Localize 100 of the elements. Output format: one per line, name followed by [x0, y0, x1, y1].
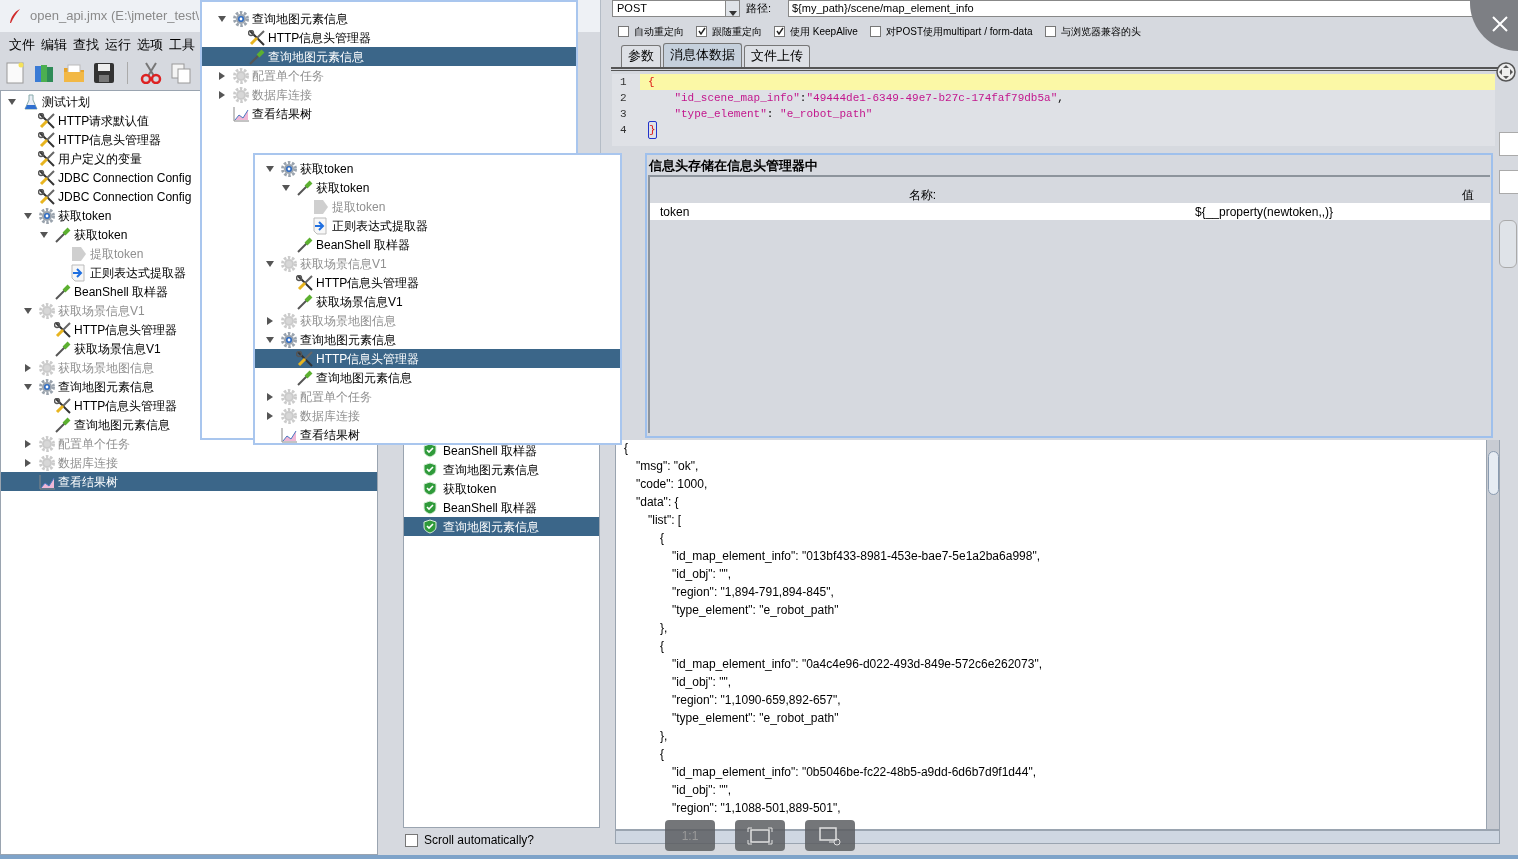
checkbox[interactable] [774, 25, 785, 37]
response-line: "id_map_element_info": "013bf433-8981-453e-bae7-5e1a2ba6a998", [671, 548, 1041, 565]
response-line: { [659, 746, 665, 763]
response-line: "id_obj": "", [671, 566, 733, 583]
result-item[interactable]: 查询地图元素信息 [404, 460, 599, 479]
column-header: 名称: [907, 186, 938, 204]
response-line: "id_obj": "", [671, 782, 733, 799]
checkbox[interactable] [696, 25, 707, 37]
checkbox[interactable] [618, 25, 629, 37]
response-line: "data": { [635, 494, 680, 511]
tree-item[interactable]: HTTP信息头管理器 [202, 28, 576, 47]
line-number: 1 [619, 74, 628, 90]
code-line: } [640, 122, 1495, 138]
shield-check-icon [423, 519, 437, 534]
toggle-icon[interactable] [265, 334, 275, 345]
tree-item[interactable]: BeanShell 取样器 [255, 235, 620, 254]
tree-item[interactable]: 查询地图元素信息 [255, 330, 620, 349]
tab[interactable]: 文件上传 [744, 45, 810, 67]
toggle-icon[interactable] [217, 13, 227, 24]
tab[interactable]: 参数 [621, 45, 661, 67]
line-number: 4 [619, 122, 628, 138]
response-line: }, [659, 728, 669, 745]
toggle-icon[interactable] [7, 96, 17, 107]
path-field[interactable]: ${my_path}/scene/map_element_info [788, 0, 1474, 17]
menu-item[interactable]: 文件 [9, 35, 35, 55]
path-label: 路径: [746, 1, 773, 17]
tab[interactable]: 消息体数据 [663, 43, 742, 67]
option-label: 与浏览器兼容的头 [1060, 24, 1141, 39]
tree-item[interactable]: 获取token [255, 178, 620, 197]
shield-check-icon [423, 462, 437, 477]
option-label: 使用 KeepAlive [790, 24, 858, 39]
response-line: "list": [ [647, 512, 683, 529]
menu-item[interactable]: 运行 [105, 35, 131, 55]
code-editor[interactable]: 1 { 2 "id_scene_map_info":"49444de1-6349-49e7-b27c-174faf79db5a", 3 "type_element": "e_robot_path" 4 } [612, 74, 1495, 146]
response-line: "id_map_element_info": "0a4c4e96-d022-493d-849e-572c6e262073", [671, 656, 1043, 673]
tree-item[interactable]: HTTP信息头管理器 [1, 130, 377, 149]
tree-item[interactable]: 查询地图元素信息 [255, 368, 620, 387]
tree-item[interactable]: 正则表达式提取器 [255, 216, 620, 235]
code-line: "id_scene_map_info":"49444de1-6349-49e7-b27c-174faf79db5a", [673, 90, 1065, 106]
response-line: "region": "1,1090-659,892-657", [671, 692, 842, 709]
check-icon [775, 27, 784, 35]
method-dropdown[interactable]: POST [612, 0, 740, 17]
fit-screen-icon [747, 826, 773, 845]
crop-icon [817, 825, 843, 846]
panel-title: 信息头存储在信息头管理器中 [647, 158, 819, 175]
shield-check-icon [423, 481, 437, 496]
checkbox[interactable] [869, 25, 881, 37]
toggle-icon[interactable] [39, 229, 49, 240]
viewer-button[interactable] [735, 820, 785, 851]
response-line: { [624, 440, 629, 457]
vertical-scrollbar[interactable] [1486, 439, 1499, 829]
save-icon[interactable] [93, 62, 115, 84]
tree-item[interactable]: 查看结果树 [255, 425, 620, 443]
toggle-icon[interactable] [23, 381, 33, 392]
window-title: open_api.jmx (E:\jmeter_test\ [30, 7, 200, 26]
toggle-icon[interactable] [265, 163, 275, 174]
close-icon [1492, 16, 1508, 32]
viewer-button[interactable] [805, 820, 855, 851]
option-label: 跟随重定向 [712, 24, 762, 39]
line-number: 3 [619, 106, 628, 122]
tree-item[interactable]: 查看结果树 [202, 104, 576, 123]
line-number: 2 [619, 90, 628, 106]
tree-item[interactable]: 获取token [255, 159, 620, 178]
result-item[interactable]: 查询地图元素信息 [404, 517, 599, 536]
response-line: "type_element": "e_robot_path" [671, 710, 840, 727]
toggle-icon[interactable] [23, 210, 33, 221]
checkbox[interactable] [405, 833, 418, 847]
response-line: "msg": "ok", [635, 458, 700, 475]
tree-item[interactable]: 查询地图元素信息 [202, 9, 576, 28]
response-line: { [659, 638, 665, 655]
tree-item[interactable]: HTTP信息头管理器 [255, 349, 620, 368]
input-field[interactable] [1499, 132, 1518, 156]
toggle-icon[interactable] [281, 182, 291, 193]
option-label: 自动重定向 [634, 24, 684, 39]
response-line: "id_map_element_info": "0b5046be-fc22-48b5-a9dd-6d6b7d9f1d44", [671, 764, 1037, 781]
table-cell-text: token [659, 203, 691, 221]
caret-icon [728, 11, 737, 16]
feather-icon [8, 8, 22, 24]
result-item[interactable]: BeanShell 取样器 [404, 498, 599, 517]
input-field[interactable] [1499, 170, 1518, 194]
move-icon[interactable] [1496, 62, 1516, 82]
tree-item[interactable]: 查询地图元素信息 [202, 47, 576, 66]
response-line: { [659, 530, 665, 547]
checkbox[interactable] [1044, 25, 1056, 37]
menu-item[interactable]: 编辑 [41, 35, 67, 55]
result-item[interactable]: 获取token [404, 479, 599, 498]
check-icon [697, 27, 706, 35]
response-line: }, [659, 620, 669, 637]
code-line: "type_element": "e_robot_path" [673, 106, 874, 122]
scissors-icon[interactable] [140, 62, 162, 84]
response-line: "type_element": "e_robot_path" [671, 602, 840, 619]
books-icon[interactable] [33, 62, 55, 84]
menu-item[interactable]: 工具 [169, 35, 195, 55]
checkbox-label: Scroll automatically? [424, 832, 535, 849]
table-cell-text: ${__property(newtoken,,)} [1195, 203, 1334, 221]
tree-item[interactable]: 查看结果树 [1, 472, 377, 491]
menu-item[interactable]: 选项 [137, 35, 163, 55]
menu-item[interactable]: 查找 [73, 35, 99, 55]
result-item[interactable]: BeanShell 取样器 [404, 441, 599, 460]
response-line: "code": 1000, [635, 476, 709, 493]
